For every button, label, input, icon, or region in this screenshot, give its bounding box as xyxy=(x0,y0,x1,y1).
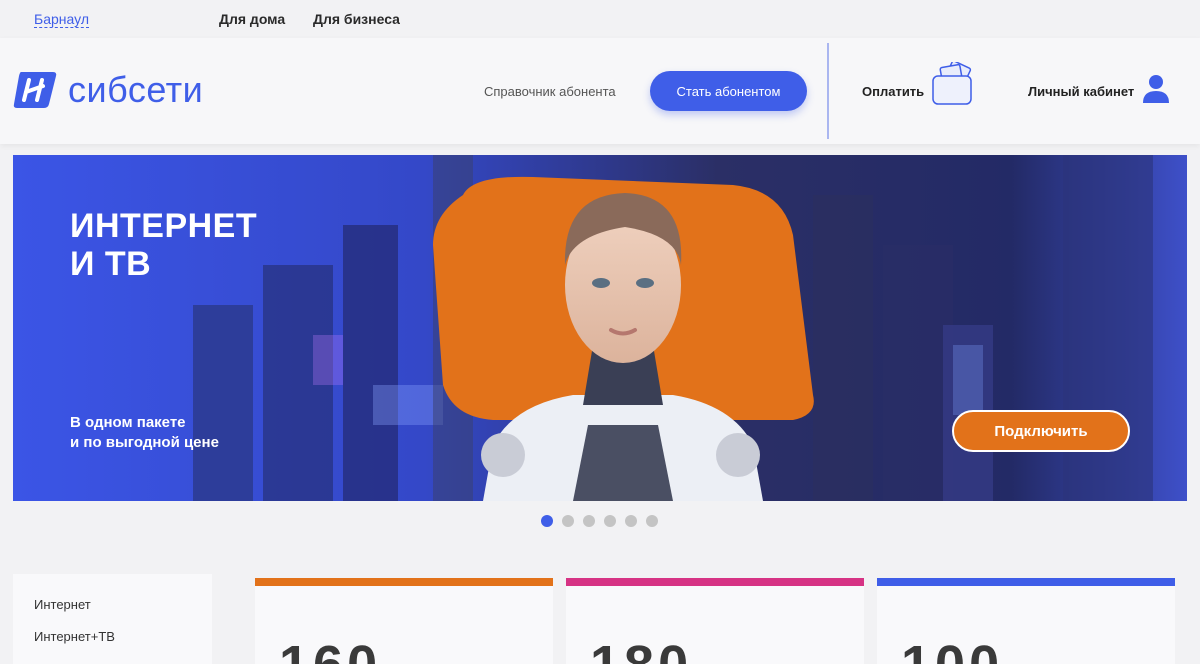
tariff-card-accent xyxy=(877,578,1175,586)
brand-logo-icon xyxy=(13,72,57,108)
segment-home-link[interactable]: Для дома xyxy=(219,11,285,27)
carousel-dot-1[interactable] xyxy=(541,515,553,527)
connect-button[interactable]: Подключить xyxy=(952,410,1130,452)
carousel-pagination xyxy=(541,515,658,527)
pay-link[interactable]: Оплатить xyxy=(862,84,924,99)
tariff-card[interactable]: 100 xyxy=(877,578,1175,664)
main-header: сибсети Справочник абонента Стать абонен… xyxy=(0,38,1200,144)
wallet-icon[interactable] xyxy=(929,62,977,106)
carousel-dot-5[interactable] xyxy=(625,515,637,527)
city-selector[interactable]: Барнаул xyxy=(34,11,89,28)
banner-title-line-1: ИНТЕРНЕТ xyxy=(70,207,258,245)
tariff-category-sidebar: Интернет Интернет+ТВ xyxy=(13,574,212,664)
user-icon[interactable] xyxy=(1142,74,1170,104)
become-subscriber-button[interactable]: Стать абонентом xyxy=(650,71,807,111)
personal-account-link[interactable]: Личный кабинет xyxy=(1028,84,1134,99)
tariff-speed: 180 xyxy=(590,634,692,664)
tariff-speed: 100 xyxy=(901,634,1003,664)
carousel-dot-4[interactable] xyxy=(604,515,616,527)
banner-title-line-2: И ТВ xyxy=(70,245,152,283)
subscriber-guide-link[interactable]: Справочник абонента xyxy=(484,84,616,99)
banner-subtitle: В одном пакете и по выгодной цене xyxy=(70,413,219,453)
brand-name: сибсети xyxy=(68,69,204,110)
tariff-card[interactable]: 180 xyxy=(566,578,864,664)
sidebar-item-internet-tv[interactable]: Интернет+ТВ xyxy=(34,629,115,644)
top-bar: Барнаул Для дома Для бизнеса xyxy=(0,0,1200,38)
tariff-card-accent xyxy=(255,578,553,586)
segment-business-link[interactable]: Для бизнеса xyxy=(313,11,400,27)
tariff-card-accent xyxy=(566,578,864,586)
sidebar-item-internet[interactable]: Интернет xyxy=(34,597,91,612)
tariff-card[interactable]: 160 xyxy=(255,578,553,664)
promo-banner: ИНТЕРНЕТ И ТВ В одном пакете и по выгодн… xyxy=(13,155,1187,501)
tariff-speed: 160 xyxy=(279,634,381,664)
banner-title: ИНТЕРНЕТ И ТВ xyxy=(70,207,257,283)
carousel-dot-2[interactable] xyxy=(562,515,574,527)
carousel-dot-3[interactable] xyxy=(583,515,595,527)
banner-subtitle-line-2: и по выгодной цене xyxy=(70,434,219,451)
carousel-dot-6[interactable] xyxy=(646,515,658,527)
banner-subtitle-line-1: В одном пакете xyxy=(70,414,186,431)
header-divider xyxy=(827,43,829,139)
brand-logo[interactable]: сибсети xyxy=(13,70,203,110)
